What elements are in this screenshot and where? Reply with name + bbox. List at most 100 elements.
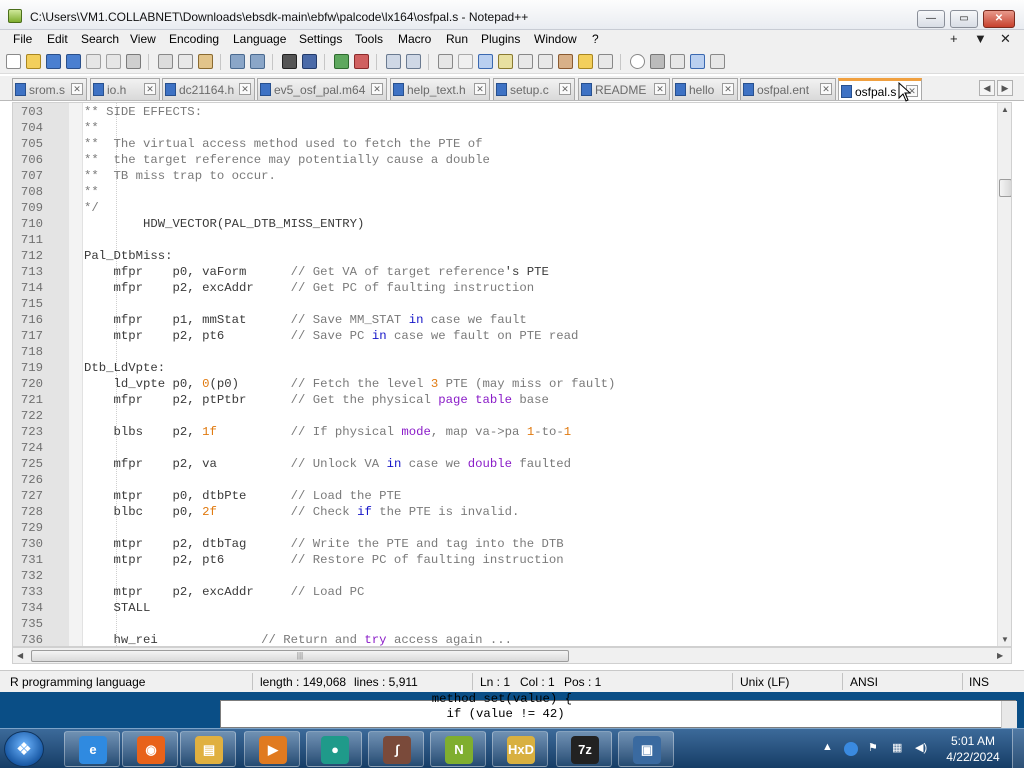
taskbar-internet-explorer[interactable]: e [64,731,120,767]
horizontal-scrollbar[interactable]: ◀ ||| ▶ [12,647,1012,664]
code-line[interactable]: 712 Pal_DtbMiss: [13,248,997,264]
tab-dc21164-h[interactable]: dc21164.h ✕ [162,78,255,100]
code-line[interactable]: 736 hw_rei // Return and try access agai… [13,632,997,646]
doc-map-icon[interactable] [518,54,533,69]
code-line[interactable]: 703 ** SIDE EFFECTS: [13,104,997,120]
taskbar-firefox[interactable]: ◉ [122,731,178,767]
code-line[interactable]: 709 */ [13,200,997,216]
volume-icon[interactable]: ◀) [915,741,927,754]
menu-edit[interactable]: Edit [47,32,68,46]
tab-close-icon[interactable]: ✕ [474,83,486,95]
code-line[interactable]: 731 mtpr p2, pt6 // Restore PC of faulti… [13,552,997,568]
stop-macro-icon[interactable] [650,54,665,69]
tab-io-h[interactable]: io.h ✕ [90,78,160,100]
background-window-scrollbar[interactable] [1001,701,1017,728]
cut-icon[interactable] [158,54,173,69]
code-line[interactable]: 713 mfpr p0, vaForm // Get VA of target … [13,264,997,280]
code-line[interactable]: 723 blbs p2, 1f // If physical mode, map… [13,424,997,440]
code-line[interactable]: 722 [13,408,997,424]
status-insert-mode[interactable]: INS [969,675,989,689]
clock-date[interactable]: 4/22/2024 [944,750,1002,764]
code-line[interactable]: 724 [13,440,997,456]
find-icon[interactable] [282,54,297,69]
code-line[interactable]: 720 ld_vpte p0, 0(p0) // Fetch the level… [13,376,997,392]
code-line[interactable]: 728 blbc p0, 2f // Check if the PTE is i… [13,504,997,520]
lang-define-icon[interactable] [498,54,513,69]
code-line[interactable]: 734 STALL [13,600,997,616]
menu-file[interactable]: File [13,32,32,46]
close-button[interactable]: ✕ [983,10,1015,28]
code-line[interactable]: 721 mfpr p2, ptPtbr // Get the physical … [13,392,997,408]
clock-time[interactable]: 5:01 AM [944,734,1002,748]
code-line[interactable]: 732 [13,568,997,584]
run-macro-multiple-icon[interactable] [690,54,705,69]
network-icon[interactable]: ▦ [892,741,902,754]
tab-ev5-osf-pal[interactable]: ev5_osf_pal.m64 ✕ [257,78,387,100]
tab-srom[interactable]: srom.s ✕ [12,78,87,100]
code-line[interactable]: 727 mtpr p0, dtbPte // Load the PTE [13,488,997,504]
status-encoding[interactable]: ANSI [850,675,878,689]
undo-icon[interactable] [230,54,245,69]
background-editor-window[interactable]: method set(value) { if (value != 42) [220,692,1017,728]
word-wrap-icon[interactable] [438,54,453,69]
taskbar-hxd-editor[interactable]: HxD [492,731,548,767]
sync-vertical-icon[interactable] [386,54,401,69]
paste-icon[interactable] [198,54,213,69]
code-line[interactable]: 719 Dtb_LdVpte: [13,360,997,376]
taskbar-media-player[interactable]: ▶ [244,731,300,767]
new-tab-control[interactable]: + [950,31,958,46]
folder-workspace-icon[interactable] [578,54,593,69]
menu-encoding[interactable]: Encoding [169,32,219,46]
code-line[interactable]: 729 [13,520,997,536]
code-line[interactable]: 711 [13,232,997,248]
tab-close-icon[interactable]: ✕ [654,83,666,95]
taskbar-remote-desktop[interactable]: ▣ [618,731,674,767]
replace-icon[interactable] [302,54,317,69]
close-file-icon[interactable] [86,54,101,69]
tab-scroll-right-icon[interactable]: ▶ [997,80,1013,96]
vertical-scroll-thumb[interactable] [999,179,1011,197]
minimize-button[interactable]: — [917,10,945,28]
close-all-icon[interactable] [106,54,121,69]
code-line[interactable]: 708 ** [13,184,997,200]
code-line[interactable]: 706 ** the target reference may potential… [13,152,997,168]
menu-help[interactable]: ? [592,32,599,46]
code-line[interactable]: 726 [13,472,997,488]
taskbar-teal-app[interactable]: ● [306,731,362,767]
tab-help-text-h[interactable]: help_text.h ✕ [390,78,490,100]
code-line[interactable]: 735 [13,616,997,632]
tab-hello[interactable]: hello ✕ [672,78,738,100]
tab-close-icon[interactable]: ✕ [71,83,83,95]
copy-icon[interactable] [178,54,193,69]
menu-settings[interactable]: Settings [299,32,342,46]
scroll-up-icon[interactable]: ▲ [1001,105,1009,114]
tab-list-control[interactable]: ▼ [974,31,987,46]
show-all-chars-icon[interactable] [458,54,473,69]
code-line[interactable]: 717 mtpr p2, pt6 // Save PC in case we f… [13,328,997,344]
tab-close-icon[interactable]: ✕ [144,83,156,95]
close-doc-control[interactable]: ✕ [1000,31,1011,47]
taskbar-notepad-plus-plus[interactable]: N [430,731,486,767]
tray-overflow-icon[interactable]: ▲ [822,741,833,753]
save-macro-icon[interactable] [710,54,725,69]
code-line[interactable]: 710 HDW_VECTOR(PAL_DTB_MISS_ENTRY) [13,216,997,232]
code-line[interactable]: 714 mfpr p2, excAddr // Get PC of faulti… [13,280,997,296]
function-list-icon[interactable] [558,54,573,69]
indent-guide-icon[interactable] [478,54,493,69]
open-file-icon[interactable] [26,54,41,69]
zoom-out-icon[interactable] [354,54,369,69]
play-macro-icon[interactable] [670,54,685,69]
code-line[interactable]: 733 mtpr p2, excAddr // Load PC [13,584,997,600]
redo-icon[interactable] [250,54,265,69]
tab-close-icon[interactable]: ✕ [820,83,832,95]
code-line[interactable]: 725 mfpr p2, va // Unlock VA in case we … [13,456,997,472]
tab-osfpal-ent[interactable]: osfpal.ent ✕ [740,78,836,100]
scroll-left-icon[interactable]: ◀ [17,651,23,660]
menu-tools[interactable]: Tools [355,32,383,46]
horizontal-scroll-thumb[interactable]: ||| [31,650,569,662]
sync-horizontal-icon[interactable] [406,54,421,69]
monitoring-icon[interactable] [598,54,613,69]
scroll-right-icon[interactable]: ▶ [997,651,1003,660]
tab-close-icon[interactable]: ✕ [559,83,571,95]
save-icon[interactable] [46,54,61,69]
